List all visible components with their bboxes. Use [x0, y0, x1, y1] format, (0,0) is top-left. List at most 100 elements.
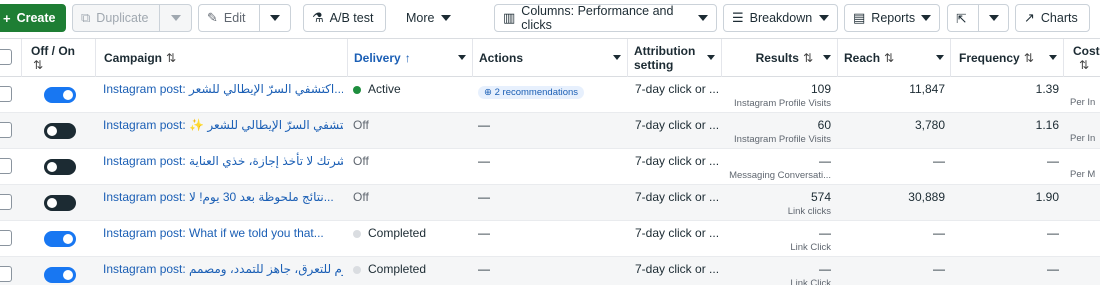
chevron-down-icon	[613, 55, 621, 60]
results-header[interactable]: Results ⇅	[722, 39, 838, 77]
arrow-up-circle-icon: ⊕	[484, 87, 495, 98]
delivery-header[interactable]: Delivery ↑	[348, 39, 473, 77]
actions-cell: —	[478, 262, 490, 276]
chevron-down-icon	[988, 15, 999, 21]
table-row[interactable]: Instagram post: اكتشفي السرّ الإيطالي لل…	[0, 77, 1100, 113]
sort-icon: ⇅	[1023, 51, 1034, 65]
export-icon: ⇱	[956, 11, 967, 26]
row-checkbox[interactable]	[0, 266, 12, 282]
cost-header[interactable]: Cost ⇅	[1064, 39, 1100, 77]
row-checkbox[interactable]	[0, 230, 12, 246]
actions-header[interactable]: Actions	[473, 39, 628, 77]
delivery-status: Off	[353, 118, 369, 132]
attribution-header[interactable]: Attribution setting	[628, 39, 722, 77]
frequency-cell: 1.16	[1035, 118, 1059, 132]
campaigns-table: Off / On ⇅ Campaign ⇅ Delivery ↑ Actions A…	[0, 38, 1100, 285]
duplicate-button[interactable]: ⧉ Duplicate	[72, 4, 192, 32]
breakdown-dropdown[interactable]: ☰ Breakdown	[723, 4, 838, 32]
pencil-icon: ✎	[207, 10, 218, 25]
campaign-name-link[interactable]: Instagram post: ✨ اكتشفي السرّ الإيطالي …	[103, 113, 343, 149]
table-row[interactable]: Instagram post: What if we told you that…	[0, 221, 1100, 257]
recommendations-badge[interactable]: ⊕ 2 recommendations	[478, 86, 585, 99]
actions-cell: —	[478, 226, 490, 240]
row-checkbox[interactable]	[0, 122, 12, 138]
status-dot-icon	[353, 265, 361, 274]
reach-cell: —	[933, 154, 945, 168]
campaign-toggle[interactable]	[44, 195, 76, 211]
campaign-toggle[interactable]	[44, 123, 76, 139]
chevron-down-icon	[270, 15, 280, 21]
chevron-down-icon	[707, 55, 715, 60]
charts-button[interactable]: ↗ Charts	[1015, 4, 1090, 32]
table-row[interactable]: Instagram post: ساوم للتعرق، جاهز للتمدد…	[0, 257, 1100, 285]
table-row[interactable]: Instagram post: نتائج ملحوظة بعد 30 يوم!…	[0, 185, 1100, 221]
chevron-down-icon	[170, 15, 181, 21]
chevron-down-icon	[458, 55, 466, 60]
results-cell: 60 Instagram Profile Visits	[734, 118, 831, 145]
campaign-toggle[interactable]	[44, 231, 76, 247]
chevron-down-icon	[823, 55, 831, 60]
toolbar: + Create ⧉ Duplicate ✎ Edit ⚗ A/B test More …	[0, 0, 1100, 38]
cost-cell: Per In	[1070, 133, 1096, 144]
sort-icon: ⇅	[166, 51, 177, 65]
reach-header[interactable]: Reach ⇅	[838, 39, 951, 77]
results-cell: — Messaging Conversati...	[729, 154, 831, 181]
delivery-status: Active	[353, 77, 471, 113]
campaign-toggle[interactable]	[44, 159, 76, 175]
campaign-name-link[interactable]: Instagram post: اكتشفي السرّ الإيطالي لل…	[103, 77, 343, 113]
edit-dropdown[interactable]	[260, 5, 290, 31]
reports-dropdown[interactable]: ▤ Reports	[844, 4, 940, 32]
actions-cell: —	[478, 190, 490, 204]
sort-icon: ⇅	[1079, 58, 1090, 72]
table-row[interactable]: Instagram post: بشرتك لا تأخذ إجازة، خذي…	[0, 149, 1100, 185]
table-row[interactable]: Instagram post: ✨ اكتشفي السرّ الإيطالي …	[0, 113, 1100, 149]
attribution-setting: 7-day click or ...	[635, 82, 720, 96]
select-all-checkbox[interactable]	[0, 49, 12, 65]
delivery-status: Off	[353, 190, 369, 204]
row-checkbox[interactable]	[0, 158, 12, 174]
sort-icon: ⇅	[802, 51, 813, 65]
cost-cell	[1070, 185, 1100, 221]
chevron-down-icon	[441, 15, 452, 21]
create-button[interactable]: + Create	[0, 4, 66, 32]
campaign-name-link[interactable]: Instagram post: ساوم للتعرق، جاهز للتمدد…	[103, 257, 343, 285]
ab-test-button[interactable]: ⚗ A/B test	[303, 4, 386, 32]
chevron-down-icon	[698, 15, 708, 21]
results-cell: — Link Click	[790, 262, 831, 285]
cost-cell: Per In	[1070, 97, 1096, 108]
more-button[interactable]: More	[398, 4, 458, 32]
chevron-down-icon	[819, 15, 829, 21]
chart-icon: ↗	[1024, 10, 1035, 25]
attribution-setting: 7-day click or ...	[635, 226, 720, 240]
status-dot-icon	[353, 85, 361, 94]
reach-cell: 30,889	[908, 190, 945, 204]
off-on-header[interactable]: Off / On ⇅	[22, 39, 96, 77]
columns-dropdown[interactable]: ▥ Columns: Performance and clicks	[494, 4, 717, 32]
report-icon: ▤	[853, 10, 866, 25]
plus-icon: +	[3, 10, 11, 26]
duplicate-dropdown[interactable]	[160, 5, 191, 31]
campaign-toggle[interactable]	[44, 267, 76, 283]
columns-icon: ▥	[503, 10, 516, 25]
row-checkbox[interactable]	[0, 86, 12, 102]
frequency-header[interactable]: Frequency ⇅	[951, 39, 1064, 77]
delivery-status: Completed	[353, 257, 471, 285]
sort-icon: ⇅	[884, 51, 895, 65]
export-dropdown[interactable]	[979, 5, 1008, 31]
campaign-name-link[interactable]: Instagram post: بشرتك لا تأخذ إجازة، خذي…	[103, 149, 343, 185]
export-button[interactable]: ⇱	[947, 4, 1009, 32]
delivery-status: Completed	[353, 221, 471, 257]
chevron-down-icon	[921, 15, 931, 21]
campaign-toggle[interactable]	[44, 87, 76, 103]
duplicate-icon: ⧉	[81, 10, 91, 25]
reach-cell: —	[933, 262, 945, 276]
campaign-header[interactable]: Campaign ⇅	[96, 39, 348, 77]
campaign-name-link[interactable]: Instagram post: What if we told you that…	[103, 221, 343, 257]
table-header: Off / On ⇅ Campaign ⇅ Delivery ↑ Actions A…	[0, 39, 1100, 77]
campaign-name-link[interactable]: Instagram post: نتائج ملحوظة بعد 30 يوم!…	[103, 185, 343, 221]
frequency-cell: —	[1047, 262, 1059, 276]
breakdown-icon: ☰	[732, 10, 744, 25]
row-checkbox[interactable]	[0, 194, 12, 210]
edit-button[interactable]: ✎ Edit	[198, 4, 291, 32]
frequency-cell: —	[1047, 226, 1059, 240]
